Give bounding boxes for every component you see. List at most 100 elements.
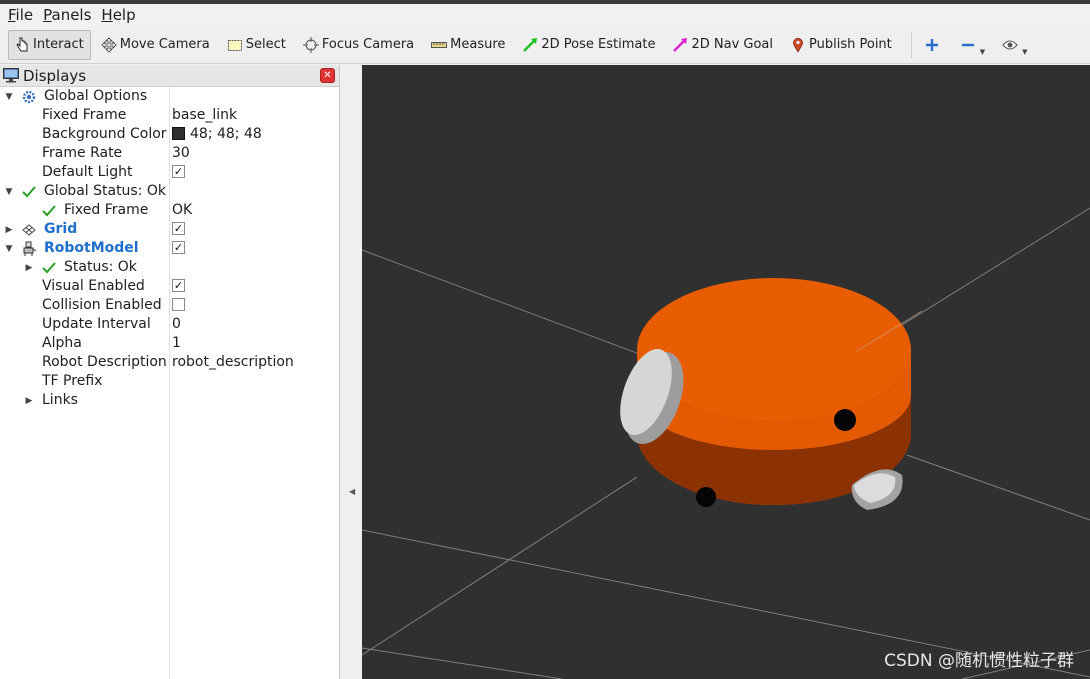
visual-enabled-checkbox[interactable]: ✓ xyxy=(172,279,185,292)
grid-line xyxy=(362,476,638,656)
menu-panels[interactable]: Panels xyxy=(39,4,95,26)
tree-row-collision-enabled[interactable]: Collision Enabled xyxy=(0,296,339,315)
crosshair-icon xyxy=(302,36,320,54)
interact-tool[interactable]: Interact xyxy=(8,29,91,60)
alpha-label: Alpha xyxy=(42,335,82,351)
remove-tool-button[interactable]: ▼ xyxy=(954,30,990,60)
tree-row-alpha[interactable]: Alpha 1 xyxy=(0,334,339,353)
robot-description-label: Robot Description xyxy=(42,354,167,370)
robot-model-label: RobotModel xyxy=(44,240,139,256)
move-arrows-icon xyxy=(100,36,118,54)
checkmark-icon xyxy=(41,203,57,219)
fixed-frame-value[interactable]: base_link xyxy=(172,106,237,125)
focus-camera-tool-label: Focus Camera xyxy=(321,37,415,52)
expand-right-icon[interactable]: ▶ xyxy=(23,391,35,410)
tree-row-fixed-frame[interactable]: Fixed Frame base_link xyxy=(0,106,339,125)
tree-row-links[interactable]: ▶ Links xyxy=(0,391,339,410)
tree-row-robot-model[interactable]: ▼ RobotModel ✓ xyxy=(0,239,339,258)
map-pin-icon xyxy=(789,36,807,54)
move-camera-tool[interactable]: Move Camera xyxy=(95,30,217,60)
add-tool-button[interactable] xyxy=(918,30,948,60)
menu-help-mnemonic: H xyxy=(101,6,113,24)
measure-tool[interactable]: Measure xyxy=(425,30,512,60)
displays-panel-title: Displays xyxy=(23,66,87,85)
view-tool-button[interactable]: ▼ xyxy=(996,30,1032,60)
tree-row-visual-enabled[interactable]: Visual Enabled ✓ xyxy=(0,277,339,296)
monitor-icon xyxy=(3,68,19,83)
measure-tool-label: Measure xyxy=(450,37,506,52)
color-swatch[interactable] xyxy=(172,127,185,140)
menu-panels-mnemonic: P xyxy=(43,6,52,24)
update-interval-value[interactable]: 0 xyxy=(172,315,181,334)
robot-icon xyxy=(21,241,37,257)
green-arrow-icon xyxy=(521,36,539,54)
status-fixed-frame-label: Fixed Frame xyxy=(64,202,149,218)
tree-row-status-fixed-frame[interactable]: Fixed Frame OK xyxy=(0,201,339,220)
3d-render-view[interactable]: CSDN @随机惯性粒子群 xyxy=(362,65,1090,679)
move-camera-tool-label: Move Camera xyxy=(119,37,210,52)
grid-checkbox[interactable]: ✓ xyxy=(172,222,185,235)
tree-row-default-light[interactable]: Default Light ✓ xyxy=(0,163,339,182)
tree-row-global-status[interactable]: ▼ Global Status: Ok xyxy=(0,182,339,201)
collapse-left-icon[interactable]: ◀ xyxy=(349,487,355,496)
pose-estimate-tool[interactable]: 2D Pose Estimate xyxy=(516,30,662,60)
watermark-text: CSDN @随机惯性粒子群 xyxy=(884,651,1074,671)
expand-right-icon[interactable]: ▶ xyxy=(23,258,35,277)
tree-row-global-options[interactable]: ▼ Global Options xyxy=(0,87,339,106)
tree-row-tf-prefix[interactable]: TF Prefix xyxy=(0,372,339,391)
tool-bar: Interact Move Camera Select Focus Camera… xyxy=(0,26,1090,64)
select-tool-label: Select xyxy=(245,37,286,52)
displays-panel: Displays ✕ ▼ Global Options Fixed Frame … xyxy=(0,65,340,679)
menu-bar: File Panels Help xyxy=(0,4,1090,26)
grid-line xyxy=(362,249,643,356)
frame-rate-value[interactable]: 30 xyxy=(172,144,190,163)
publish-point-tool[interactable]: Publish Point xyxy=(784,30,899,60)
rear-caster xyxy=(696,487,716,507)
nav-goal-tool-label: 2D Nav Goal xyxy=(691,37,774,52)
update-interval-label: Update Interval xyxy=(42,316,151,332)
tree-row-robot-description[interactable]: Robot Description robot_description xyxy=(0,353,339,372)
expand-down-icon[interactable]: ▼ xyxy=(3,239,15,258)
dropdown-caret-icon: ▼ xyxy=(1022,47,1028,56)
close-icon[interactable]: ✕ xyxy=(320,68,335,83)
robot-model-checkbox[interactable]: ✓ xyxy=(172,241,185,254)
toolbar-separator xyxy=(910,31,912,58)
menu-help[interactable]: Help xyxy=(97,4,139,26)
grid-icon xyxy=(21,222,37,238)
robot-description-value[interactable]: robot_description xyxy=(172,353,294,372)
background-color-label: Background Color xyxy=(42,126,167,142)
scene-canvas xyxy=(362,207,1090,679)
tree-row-update-interval[interactable]: Update Interval 0 xyxy=(0,315,339,334)
global-status-label: Global Status: Ok xyxy=(44,183,167,199)
background-color-value[interactable]: 48; 48; 48 xyxy=(172,125,262,144)
expand-down-icon[interactable]: ▼ xyxy=(3,87,15,106)
alpha-value[interactable]: 1 xyxy=(172,334,181,353)
publish-point-tool-label: Publish Point xyxy=(809,37,892,52)
menu-help-label: elp xyxy=(112,6,136,24)
focus-camera-tool[interactable]: Focus Camera xyxy=(297,30,421,60)
select-tool[interactable]: Select xyxy=(221,30,293,60)
tree-row-frame-rate[interactable]: Frame Rate 30 xyxy=(0,144,339,163)
menu-panels-label: anels xyxy=(51,6,92,24)
collision-enabled-checkbox[interactable] xyxy=(172,298,185,311)
nav-goal-tool[interactable]: 2D Nav Goal xyxy=(666,30,780,60)
eye-icon xyxy=(1001,36,1019,54)
fixed-frame-label: Fixed Frame xyxy=(42,107,127,123)
pose-estimate-tool-label: 2D Pose Estimate xyxy=(541,37,656,52)
selection-box-icon xyxy=(226,36,244,54)
default-light-checkbox[interactable]: ✓ xyxy=(172,165,185,178)
menu-file[interactable]: File xyxy=(4,4,37,26)
background-color-text: 48; 48; 48 xyxy=(190,126,262,142)
minus-icon xyxy=(959,36,977,54)
tree-row-grid[interactable]: ▶ Grid ✓ xyxy=(0,220,339,239)
tree-row-status[interactable]: ▶ Status: Ok xyxy=(0,258,339,277)
expand-down-icon[interactable]: ▼ xyxy=(3,182,15,201)
tree-row-background-color[interactable]: Background Color 48; 48; 48 xyxy=(0,125,339,144)
tf-prefix-label: TF Prefix xyxy=(42,373,103,389)
status-fixed-frame-value: OK xyxy=(172,202,193,218)
visual-enabled-label: Visual Enabled xyxy=(42,278,145,294)
gear-icon xyxy=(21,89,37,105)
expand-right-icon[interactable]: ▶ xyxy=(3,220,15,239)
panel-splitter[interactable]: ◀ xyxy=(341,65,362,679)
robot-status-label: Status: Ok xyxy=(64,259,137,275)
